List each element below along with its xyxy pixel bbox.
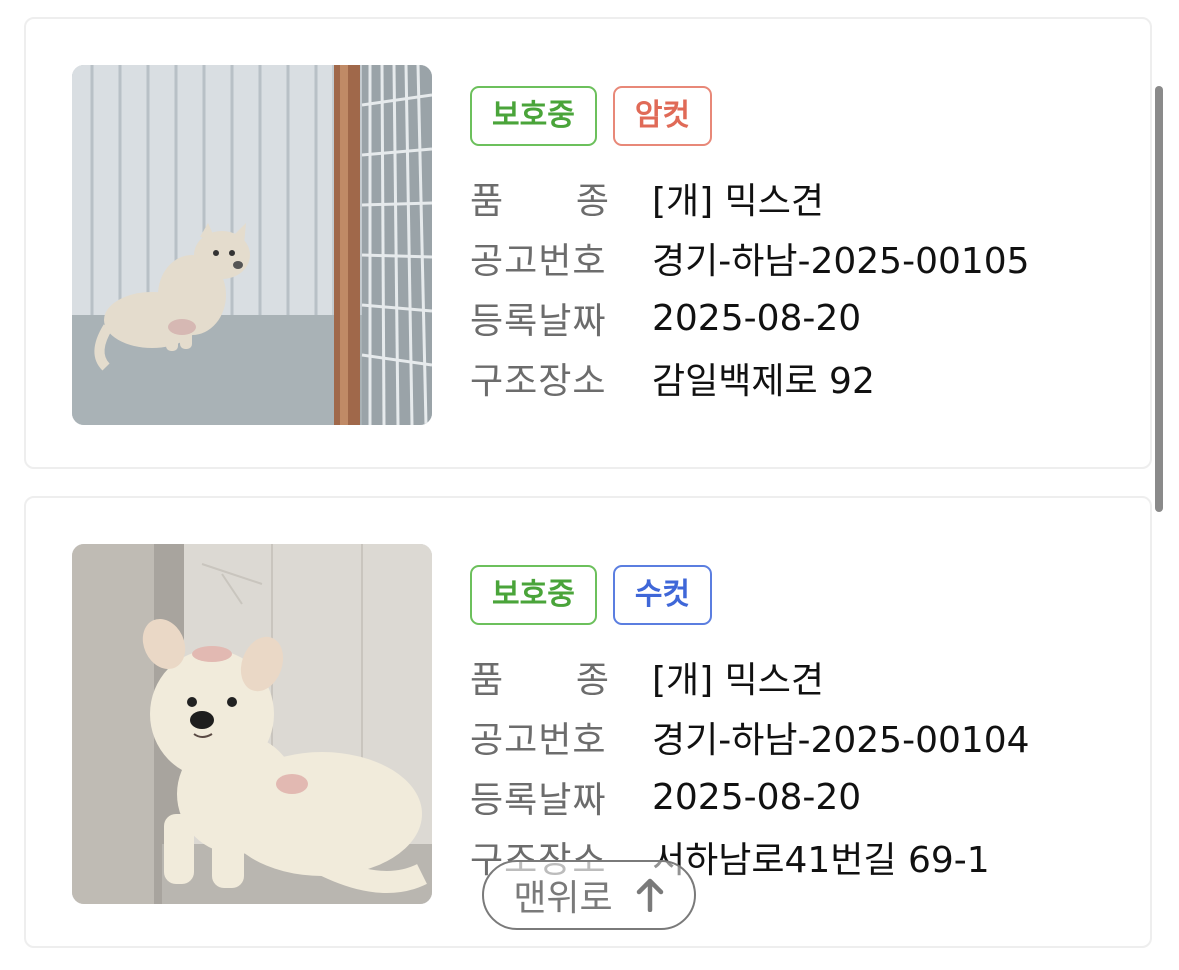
status-badge: 보호중 [470,86,597,146]
badge-group: 보호중 암컷 [470,86,1030,146]
animal-photo[interactable] [72,544,432,904]
animal-info: 보호중 수컷 품 종 [개] 믹스견 공고번호 경기-하남-2025-00104… [470,565,1030,887]
notice-number-value: 경기-하남-2025-00105 [652,241,1030,282]
breed-value: [개] 믹스견 [652,181,825,222]
animal-info: 보호중 암컷 품 종 [개] 믹스견 공고번호 경기-하남-2025-00105… [470,86,1030,408]
sex-badge: 수컷 [612,565,713,625]
breed-row: 품 종 [개] 믹스견 [470,647,1030,707]
registration-date-row: 등록날짜 2025-08-20 [470,288,1030,348]
breed-label-first: 품 [470,660,505,701]
registration-date-label: 등록날짜 [470,780,607,821]
arrow-up-icon [636,878,663,912]
status-badge: 보호중 [470,565,597,625]
detail-list: 품 종 [개] 믹스견 공고번호 경기-하남-2025-00104 등록날짜 2… [470,647,1030,887]
notice-number-label: 공고번호 [470,720,607,761]
animal-card[interactable]: 보호중 암컷 품 종 [개] 믹스견 공고번호 경기-하남-2025-00105… [24,17,1152,469]
rescue-place-value: 서하남로41번길 69-1 [652,840,990,881]
detail-list: 품 종 [개] 믹스견 공고번호 경기-하남-2025-00105 등록날짜 2… [470,168,1030,408]
breed-value: [개] 믹스견 [652,660,825,701]
scroll-to-top-button[interactable]: 맨위로 [482,860,696,930]
registration-date-value: 2025-08-20 [652,297,862,339]
breed-label-second: 종 [575,181,610,222]
registration-date-label: 등록날짜 [470,301,607,342]
badge-group: 보호중 수컷 [470,565,1030,625]
breed-row: 품 종 [개] 믹스견 [470,168,1030,228]
breed-label-second: 종 [575,660,610,701]
notice-number-row: 공고번호 경기-하남-2025-00105 [470,228,1030,288]
dog-photo-image [72,65,432,425]
scroll-to-top-label: 맨위로 [513,878,613,919]
rescue-place-label: 구조장소 [470,361,607,402]
dog-photo-image [72,544,432,904]
breed-label: 품 종 [470,172,610,224]
notice-number-label: 공고번호 [470,241,607,282]
sex-badge: 암컷 [612,86,713,146]
scrollbar-thumb[interactable] [1155,86,1163,512]
rescue-place-value: 감일백제로 92 [652,361,875,402]
notice-number-row: 공고번호 경기-하남-2025-00104 [470,707,1030,767]
breed-label-first: 품 [470,181,505,222]
breed-label: 품 종 [470,651,610,703]
rescue-place-row: 구조장소 감일백제로 92 [470,348,1030,408]
animal-photo[interactable] [72,65,432,425]
registration-date-row: 등록날짜 2025-08-20 [470,767,1030,827]
registration-date-value: 2025-08-20 [652,776,862,818]
notice-number-value: 경기-하남-2025-00104 [652,720,1030,761]
